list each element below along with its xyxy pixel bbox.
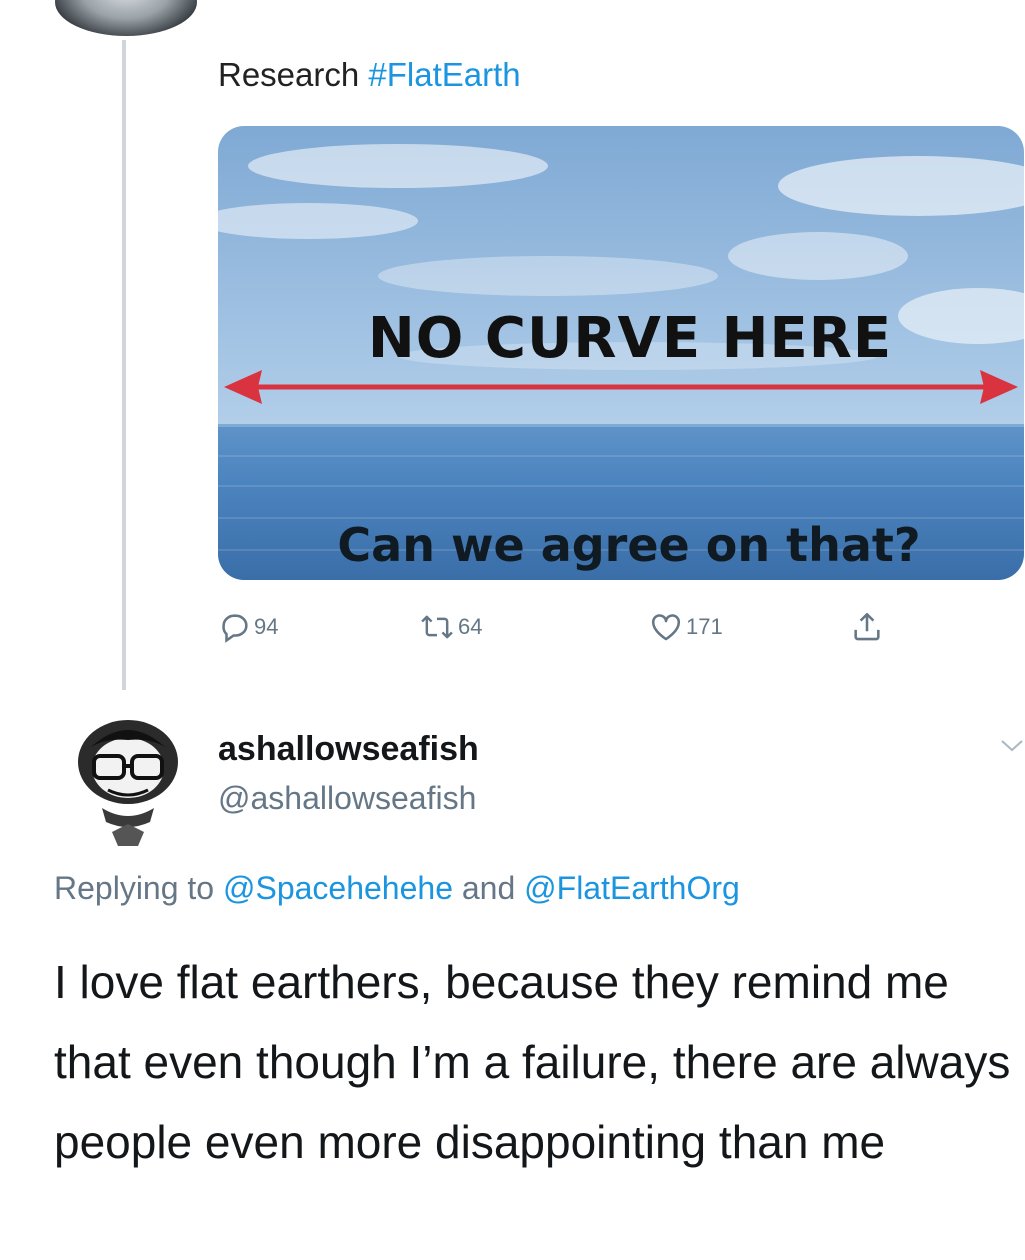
reply-button[interactable]: 94 <box>218 604 278 650</box>
replying-to-line: Replying to @Spacehehehe and @FlatEarthO… <box>54 870 740 907</box>
mention-link[interactable]: @FlatEarthOrg <box>524 870 740 906</box>
tweet-text-prefix: Research <box>218 56 369 93</box>
reply-count: 94 <box>254 614 279 639</box>
chevron-down-icon[interactable] <box>1000 738 1024 759</box>
retweet-icon <box>418 610 456 644</box>
retweet-count: 64 <box>458 614 483 639</box>
replying-join: and <box>452 870 525 906</box>
hashtag-link[interactable]: #FlatEarth <box>368 56 520 93</box>
like-button[interactable]: 171 <box>648 604 723 650</box>
tweet-image[interactable]: NO CURVE HERE Can we agree on that? <box>218 126 1024 580</box>
tweet-text: Research #FlatEarth <box>218 56 521 94</box>
thread-connector-line <box>122 40 126 690</box>
retweet-button[interactable]: 64 <box>418 604 482 650</box>
reply-handle[interactable]: @ashallowseafish <box>218 780 476 817</box>
share-button[interactable] <box>850 604 884 650</box>
reply-text: I love flat earthers, because they remin… <box>54 956 1011 1168</box>
reply-author-avatar[interactable] <box>72 712 184 850</box>
reply-display-name[interactable]: ashallowseafish <box>218 730 479 769</box>
image-caption: Can we agree on that? <box>337 518 921 572</box>
tweet-actions: 94 64 171 <box>218 604 918 650</box>
original-author-avatar[interactable] <box>55 0 197 36</box>
heart-icon <box>648 610 684 644</box>
speech-bubble-icon <box>218 610 252 644</box>
like-count: 171 <box>686 614 723 639</box>
replying-prefix: Replying to <box>54 870 223 906</box>
image-headline: NO CURVE HERE <box>367 306 893 371</box>
share-icon <box>850 609 884 645</box>
mention-link[interactable]: @Spacehehehe <box>223 870 453 906</box>
